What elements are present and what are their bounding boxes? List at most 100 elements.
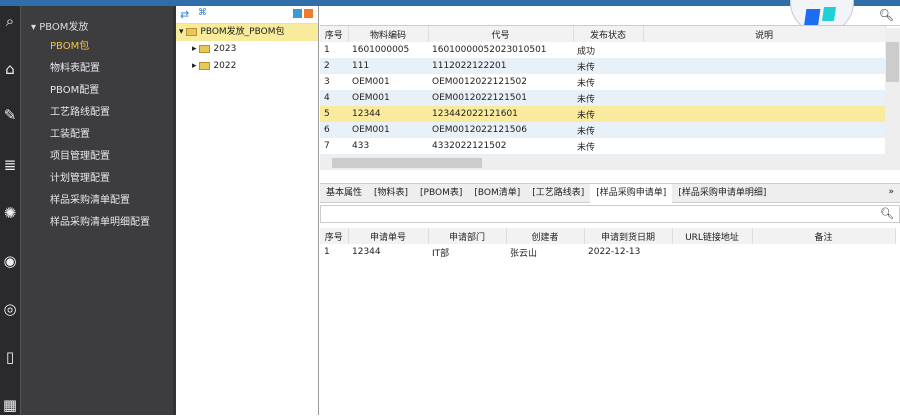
table-row[interactable]: 1 12344 IT部 张云山 2022-12-13 bbox=[320, 244, 895, 260]
table-row[interactable]: 5 12344 123442022121601 未传 bbox=[320, 106, 885, 122]
column-header[interactable]: 序号 bbox=[320, 26, 349, 42]
more-tabs-icon[interactable]: » bbox=[888, 187, 894, 197]
sidebar-item[interactable]: 工装配置 bbox=[21, 124, 173, 146]
loading-icon[interactable]: ✺ bbox=[0, 202, 20, 224]
column-header[interactable]: 创建者 bbox=[506, 228, 585, 244]
table-cell: 1112022122201 bbox=[428, 58, 573, 74]
table-cell bbox=[752, 244, 895, 260]
sidebar-item[interactable]: 项目管理配置 bbox=[21, 146, 173, 168]
table-cell bbox=[672, 244, 752, 260]
column-header[interactable]: 代号 bbox=[428, 26, 574, 42]
table-cell: 未传 bbox=[573, 122, 643, 138]
table-cell: 3 bbox=[324, 77, 330, 87]
tab[interactable]: [样品采购申请单] bbox=[590, 184, 673, 203]
tab[interactable]: [PBOM表] bbox=[414, 184, 468, 203]
table-cell: 1 bbox=[324, 247, 330, 257]
tree-node[interactable]: ▸ 2023 bbox=[176, 41, 318, 58]
tab[interactable]: [物料表] bbox=[368, 184, 414, 203]
add-icon[interactable] bbox=[304, 9, 313, 18]
tab[interactable]: [BOM清单] bbox=[468, 184, 526, 203]
table-cell bbox=[643, 74, 885, 90]
search-icon[interactable]: ⌕ bbox=[0, 10, 20, 32]
sidebar-item[interactable]: 样品采购清单配置 bbox=[21, 190, 173, 212]
sidebar-item[interactable]: PBOM配置 bbox=[21, 80, 173, 102]
table-cell: 2 bbox=[320, 58, 348, 74]
database-icon[interactable]: ≣ bbox=[0, 154, 20, 176]
tree-label: 2022 bbox=[213, 61, 237, 71]
horizontal-scrollbar[interactable] bbox=[320, 156, 900, 170]
sidebar-item[interactable]: 物料表配置 bbox=[21, 58, 173, 80]
column-header[interactable]: 发布状态 bbox=[573, 26, 644, 42]
column-header[interactable]: URL链接地址 bbox=[672, 228, 753, 244]
table-cell: 张云山 bbox=[510, 248, 538, 259]
search-icon[interactable]: 🔍︎ bbox=[880, 207, 894, 220]
table-cell: OEM001 bbox=[348, 122, 428, 138]
table-cell: OEM0012022121501 bbox=[428, 90, 573, 106]
sidebar-item[interactable]: 工艺路线配置 bbox=[21, 102, 173, 124]
pbom-grid: 序号 物料编码 代号 发布状态 说明 1 1601000005 1601000005… bbox=[320, 26, 886, 170]
column-header[interactable]: 备注 bbox=[752, 228, 896, 244]
home-icon[interactable]: ⌂ bbox=[0, 58, 20, 80]
grid-icon[interactable]: ▦ bbox=[0, 394, 20, 416]
table-cell: 1601000005 bbox=[352, 45, 410, 55]
broadcast-icon[interactable]: ◎ bbox=[0, 298, 20, 320]
column-header[interactable]: 序号 bbox=[320, 228, 349, 244]
collapse-icon: ▾ bbox=[31, 22, 40, 33]
tree-label: PBOM发放_PBOM包 bbox=[200, 27, 285, 37]
sidebar-item[interactable]: 计划管理配置 bbox=[21, 168, 173, 190]
table-row[interactable]: 4 OEM001 OEM0012022121501 未传 bbox=[320, 90, 885, 106]
table-cell: 123442022121601 bbox=[428, 106, 573, 122]
tree-node[interactable]: ▸ 2022 bbox=[176, 58, 318, 75]
column-header[interactable]: 物料编码 bbox=[348, 26, 429, 42]
request-grid: 序号 申请单号 申请部门 创建者 申请到货日期 URL链接地址 备注 1 12344 IT部 张云… bbox=[320, 228, 896, 260]
table-cell: OEM001 bbox=[352, 77, 390, 87]
table-cell: OEM0012022121506 bbox=[428, 122, 573, 138]
sub-search-input[interactable]: 🔍︎ bbox=[320, 205, 900, 223]
table-cell: 111 bbox=[348, 58, 428, 74]
table-cell: 未传 bbox=[573, 106, 643, 122]
table-cell bbox=[643, 122, 885, 138]
table-row[interactable]: 6 OEM001 OEM0012022121506 未传 bbox=[320, 122, 885, 138]
tab[interactable]: 基本属性 bbox=[320, 184, 368, 203]
search-input[interactable]: 🔍︎ bbox=[320, 6, 900, 26]
table-cell: IT部 bbox=[432, 248, 450, 259]
refresh-icon[interactable]: ◉ bbox=[0, 250, 20, 272]
table-cell: 5 bbox=[320, 106, 348, 122]
table-cell: 未传 bbox=[577, 142, 596, 153]
table-row[interactable]: 1 1601000005 16010000052023010501 成功 bbox=[320, 42, 885, 58]
table-cell bbox=[643, 42, 885, 58]
table-cell bbox=[643, 58, 885, 74]
column-header[interactable]: 申请部门 bbox=[428, 228, 507, 244]
sidebar-item[interactable]: 样品采购清单明细配置 bbox=[21, 212, 173, 234]
refresh-icon[interactable]: ⇄ bbox=[180, 8, 189, 21]
table-cell: OEM0012022121502 bbox=[432, 77, 527, 87]
table-cell: 4 bbox=[320, 90, 348, 106]
table-cell: 未传 bbox=[573, 58, 643, 74]
table-cell: 16010000052023010501 bbox=[432, 45, 547, 55]
table-cell: 未传 bbox=[577, 78, 596, 89]
table-row[interactable]: 2 111 1112022122201 未传 bbox=[320, 58, 885, 74]
table-cell: 成功 bbox=[577, 46, 596, 57]
table-cell: OEM001 bbox=[348, 90, 428, 106]
table-row[interactable]: 7 433 4332022121502 未传 bbox=[320, 138, 885, 154]
tree-toolbar: ⇄ ⌘ bbox=[176, 6, 318, 24]
hierarchy-icon[interactable]: ⌘ bbox=[198, 8, 207, 18]
table-cell: 未传 bbox=[573, 90, 643, 106]
tree-root[interactable]: ▾ PBOM发放_PBOM包 bbox=[176, 24, 318, 41]
sidebar-group[interactable]: ▾ PBOM发放 bbox=[21, 6, 173, 36]
book-icon[interactable]: ▯ bbox=[0, 346, 20, 368]
table-row[interactable]: 3 OEM001 OEM0012022121502 未传 bbox=[320, 74, 885, 90]
sidebar-item[interactable]: PBOM包 bbox=[21, 36, 173, 58]
table-cell: 6 bbox=[320, 122, 348, 138]
column-header[interactable]: 申请到货日期 bbox=[584, 228, 673, 244]
search-icon[interactable]: 🔍︎ bbox=[879, 8, 894, 22]
tab[interactable]: [样品采购申请单明细] bbox=[672, 184, 772, 203]
column-header[interactable]: 申请单号 bbox=[348, 228, 429, 244]
vertical-scrollbar[interactable] bbox=[885, 28, 900, 156]
table-cell: 12344 bbox=[348, 106, 428, 122]
table-cell: 4332022121502 bbox=[432, 141, 507, 151]
expand-icon[interactable] bbox=[293, 9, 302, 18]
edit-icon[interactable]: ✎ bbox=[0, 104, 20, 126]
tab[interactable]: [工艺路线表] bbox=[526, 184, 590, 203]
column-header[interactable]: 说明 bbox=[643, 26, 886, 42]
